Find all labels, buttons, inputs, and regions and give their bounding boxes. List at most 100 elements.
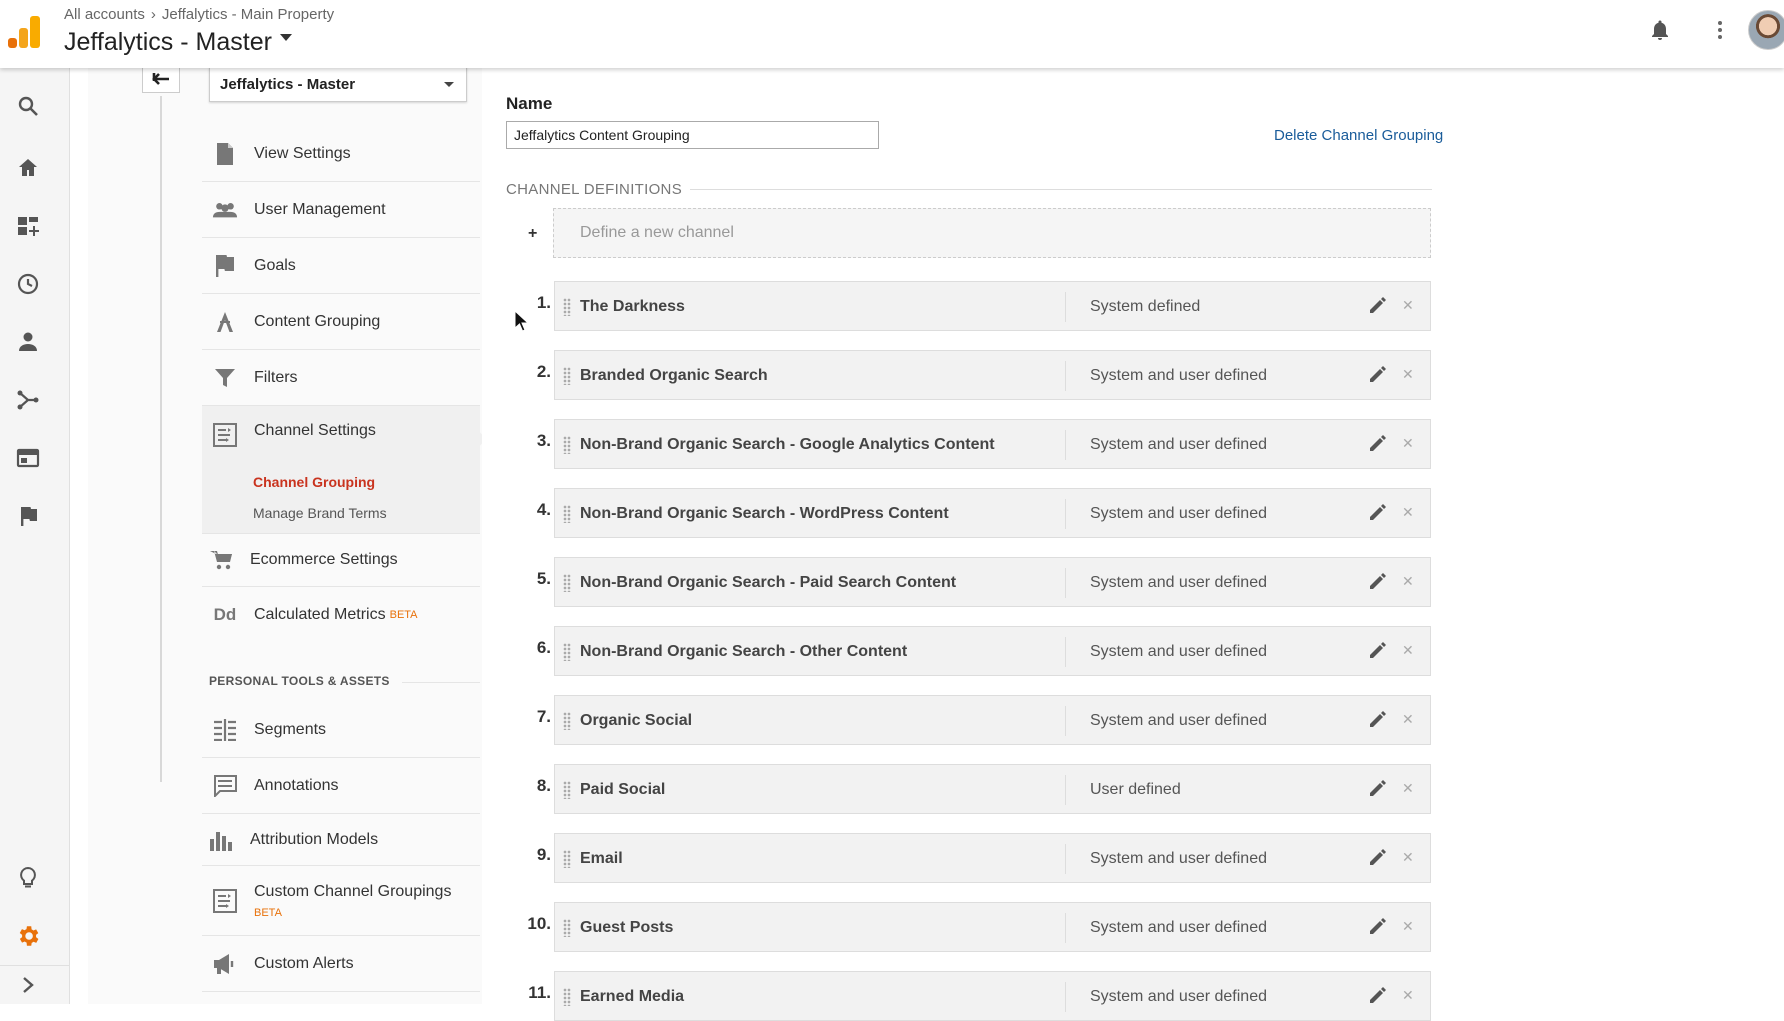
close-icon[interactable]: ✕ (1402, 504, 1414, 521)
channel-row[interactable]: Organic Social System and user defined ✕ (554, 695, 1431, 745)
drag-handle-icon[interactable] (563, 505, 571, 523)
drag-handle-icon[interactable] (563, 574, 571, 592)
pencil-icon[interactable] (1368, 571, 1388, 591)
plus-icon[interactable]: + (528, 225, 537, 243)
nav-content-grouping[interactable]: Content Grouping (202, 294, 480, 350)
close-icon[interactable]: ✕ (1402, 711, 1414, 728)
drag-handle-icon[interactable] (563, 436, 571, 454)
pencil-icon[interactable] (1368, 295, 1388, 315)
nav-label: Channel Settings (254, 422, 376, 439)
divider (690, 189, 1432, 190)
nav-label: Calculated Metrics (254, 606, 386, 623)
close-icon[interactable]: ✕ (1402, 297, 1414, 314)
drag-handle-icon[interactable] (563, 712, 571, 730)
home-icon[interactable] (14, 154, 42, 182)
nav-segments[interactable]: Segments (202, 702, 480, 758)
channel-row[interactable]: Email System and user defined ✕ (554, 833, 1431, 883)
users-icon (212, 197, 238, 223)
nav-ecommerce-settings[interactable]: Ecommerce Settings (202, 534, 480, 587)
pencil-icon[interactable] (1368, 847, 1388, 867)
analytics-logo-icon[interactable] (8, 16, 40, 48)
close-icon[interactable]: ✕ (1402, 642, 1414, 659)
delete-channel-grouping-link[interactable]: Delete Channel Grouping (1274, 127, 1443, 144)
nav-view-settings[interactable]: View Settings (202, 126, 480, 182)
back-button[interactable] (142, 66, 180, 93)
search-icon[interactable] (14, 92, 42, 120)
document-icon (212, 141, 238, 167)
channel-row[interactable]: Paid Social User defined ✕ (554, 764, 1431, 814)
caret-down-icon (279, 33, 292, 41)
nav-goals[interactable]: Goals (202, 238, 480, 294)
subnav-manage-brand-terms[interactable]: Manage Brand Terms (253, 505, 387, 521)
caret-down-icon (444, 82, 454, 87)
channel-row[interactable]: Earned Media System and user defined ✕ (554, 971, 1431, 1021)
clock-icon[interactable] (14, 270, 42, 298)
channel-type: System and user defined (1090, 367, 1267, 384)
breadcrumb-property[interactable]: Jeffalytics - Main Property (162, 6, 334, 23)
close-icon[interactable]: ✕ (1402, 780, 1414, 797)
channel-name: Non-Brand Organic Search - Other Content (580, 643, 908, 660)
pencil-icon[interactable] (1368, 502, 1388, 522)
channel-row[interactable]: Non-Brand Organic Search - Paid Search C… (554, 557, 1431, 607)
view-select[interactable]: Jeffalytics - Master (209, 66, 467, 102)
flag-icon[interactable] (14, 502, 42, 530)
channel-row[interactable]: Non-Brand Organic Search - WordPress Con… (554, 488, 1431, 538)
view-title-dropdown[interactable]: Jeffalytics - Master (64, 28, 292, 57)
pencil-icon[interactable] (1368, 916, 1388, 936)
drag-handle-icon[interactable] (563, 643, 571, 661)
channel-row[interactable]: The Darkness System defined ✕ (554, 281, 1431, 331)
drag-handle-icon[interactable] (563, 781, 571, 799)
close-icon[interactable]: ✕ (1402, 573, 1414, 590)
channel-row[interactable]: Branded Organic Search System and user de… (554, 350, 1431, 400)
channel-row[interactable]: Non-Brand Organic Search - Other Content… (554, 626, 1431, 676)
channel-number: 8. (536, 776, 551, 795)
define-new-channel-button[interactable]: Define a new channel (553, 208, 1431, 258)
acquisition-icon[interactable] (14, 386, 42, 414)
drag-handle-icon[interactable] (563, 850, 571, 868)
nav-custom-alerts[interactable]: Custom Alerts (202, 936, 480, 992)
channel-name: Non-Brand Organic Search - Paid Search C… (580, 574, 957, 591)
close-icon[interactable]: ✕ (1402, 366, 1414, 383)
nav-label: Custom Alerts (254, 954, 354, 972)
section-title: PERSONAL TOOLS & ASSETS (209, 674, 390, 688)
pencil-icon[interactable] (1368, 985, 1388, 1005)
left-rail (0, 68, 70, 1004)
drag-handle-icon[interactable] (563, 988, 571, 1006)
person-icon[interactable] (14, 328, 42, 356)
drag-handle-icon[interactable] (563, 367, 571, 385)
lightbulb-icon[interactable] (14, 864, 42, 892)
channel-row[interactable]: Guest Posts System and user defined ✕ (554, 902, 1431, 952)
pencil-icon[interactable] (1368, 778, 1388, 798)
avatar[interactable] (1748, 10, 1784, 50)
gear-icon[interactable] (14, 922, 42, 950)
dashboard-icon[interactable] (14, 212, 42, 240)
nav-user-management[interactable]: User Management (202, 182, 480, 238)
drag-handle-icon[interactable] (563, 919, 571, 937)
pencil-icon[interactable] (1368, 709, 1388, 729)
breadcrumb-accounts[interactable]: All accounts (64, 6, 145, 23)
close-icon[interactable]: ✕ (1402, 849, 1414, 866)
nav-custom-channel-groupings[interactable]: Custom Channel Groupings BETA (202, 866, 480, 936)
subnav-channel-grouping[interactable]: Channel Grouping (253, 474, 375, 490)
channel-type: System and user defined (1090, 505, 1267, 522)
nav-calculated-metrics[interactable]: Dd Calculated Metrics BETA (202, 587, 480, 643)
close-icon[interactable]: ✕ (1402, 918, 1414, 935)
grouping-name-input[interactable] (506, 121, 879, 149)
pencil-icon[interactable] (1368, 364, 1388, 384)
pencil-icon[interactable] (1368, 433, 1388, 453)
nav-annotations[interactable]: Annotations (202, 758, 480, 814)
view-select-value: Jeffalytics - Master (220, 75, 356, 93)
channel-row[interactable]: Non-Brand Organic Search - Google Analyt… (554, 419, 1431, 469)
bell-icon[interactable] (1648, 18, 1672, 47)
close-icon[interactable]: ✕ (1402, 987, 1414, 1004)
behavior-icon[interactable] (14, 444, 42, 472)
megaphone-icon (212, 951, 238, 977)
channel-type: System and user defined (1090, 712, 1267, 729)
expand-rail-button[interactable] (0, 965, 69, 1004)
more-vert-icon[interactable] (1708, 18, 1732, 47)
nav-attribution-models[interactable]: Attribution Models (202, 814, 480, 866)
nav-filters[interactable]: Filters (202, 350, 480, 406)
pencil-icon[interactable] (1368, 640, 1388, 660)
drag-handle-icon[interactable] (563, 298, 571, 316)
close-icon[interactable]: ✕ (1402, 435, 1414, 452)
